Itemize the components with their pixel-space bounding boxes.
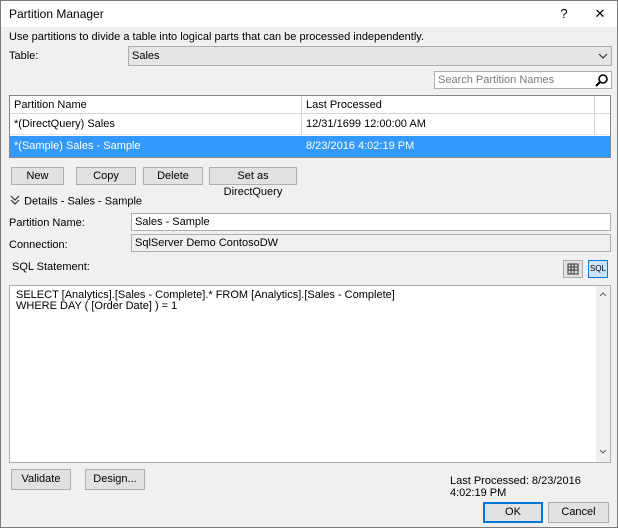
table-row[interactable]: *(DirectQuery) Sales 12/31/1699 12:00:00… [10,114,610,135]
ok-button[interactable]: OK [483,502,543,523]
last-processed-cell: 12/31/1699 12:00:00 AM [302,114,595,134]
details-header: Details - Sales - Sample [24,195,143,208]
partition-grid: Partition Name Last Processed *(DirectQu… [9,95,611,158]
sql-scrollbar[interactable] [596,286,610,462]
sql-statement-editor[interactable]: SELECT [Analytics].[Sales - Complete].* … [9,285,611,463]
chevron-double-down-icon [9,194,21,209]
help-button[interactable]: ? [547,1,581,27]
search-placeholder: Search Partition Names [438,74,555,86]
close-button[interactable]: ✕ [583,1,617,27]
grid-header: Partition Name Last Processed [10,96,610,114]
last-processed-cell: 8/23/2016 4:02:19 PM [302,136,595,157]
dialog-description: Use partitions to divide a table into lo… [9,31,424,43]
window-title: Partition Manager [9,7,104,21]
connection-label: Connection: [9,239,68,251]
sql-view-button[interactable]: SQL [588,260,608,278]
partition-manager-dialog: Partition Manager ? ✕ Use partitions to … [0,0,618,528]
table-view-icon[interactable] [563,260,583,278]
details-expander[interactable]: Details - Sales - Sample [9,194,142,209]
copy-button[interactable]: Copy [76,167,136,185]
sql-statement-label: SQL Statement: [12,261,90,273]
validate-button[interactable]: Validate [11,469,71,490]
title-bar: Partition Manager ? ✕ [1,1,617,27]
last-processed-status: Last Processed: 8/23/2016 4:02:19 PM [450,475,581,499]
chevron-down-icon [597,47,609,65]
column-header-partition-name[interactable]: Partition Name [10,96,302,113]
design-button[interactable]: Design... [85,469,145,490]
table-label: Table: [9,50,39,62]
delete-button[interactable]: Delete [143,167,203,185]
scroll-down-icon[interactable] [598,447,608,459]
sql-line: WHERE DAY ( [Order Date] ) = 1 [16,300,178,312]
search-icon[interactable] [595,73,609,88]
table-row[interactable]: *(Sample) Sales - Sample 8/23/2016 4:02:… [10,136,610,157]
connection-field[interactable]: SqlServer Demo ContosoDW [131,234,611,252]
scroll-up-icon[interactable] [598,289,608,301]
column-header-last-processed[interactable]: Last Processed [302,96,595,113]
set-as-directquery-button[interactable]: Set as DirectQuery [209,167,297,198]
new-button[interactable]: New [11,167,64,185]
table-select[interactable]: Sales [128,46,612,66]
partition-name-field[interactable]: Sales - Sample [131,213,611,231]
partition-search-input[interactable]: Search Partition Names [434,71,612,89]
partition-name-label: Partition Name: [9,217,85,229]
partition-name-cell: *(DirectQuery) Sales [10,114,302,134]
table-select-value: Sales [132,50,160,62]
partition-name-cell: *(Sample) Sales - Sample [10,136,302,157]
cancel-button[interactable]: Cancel [548,502,609,523]
